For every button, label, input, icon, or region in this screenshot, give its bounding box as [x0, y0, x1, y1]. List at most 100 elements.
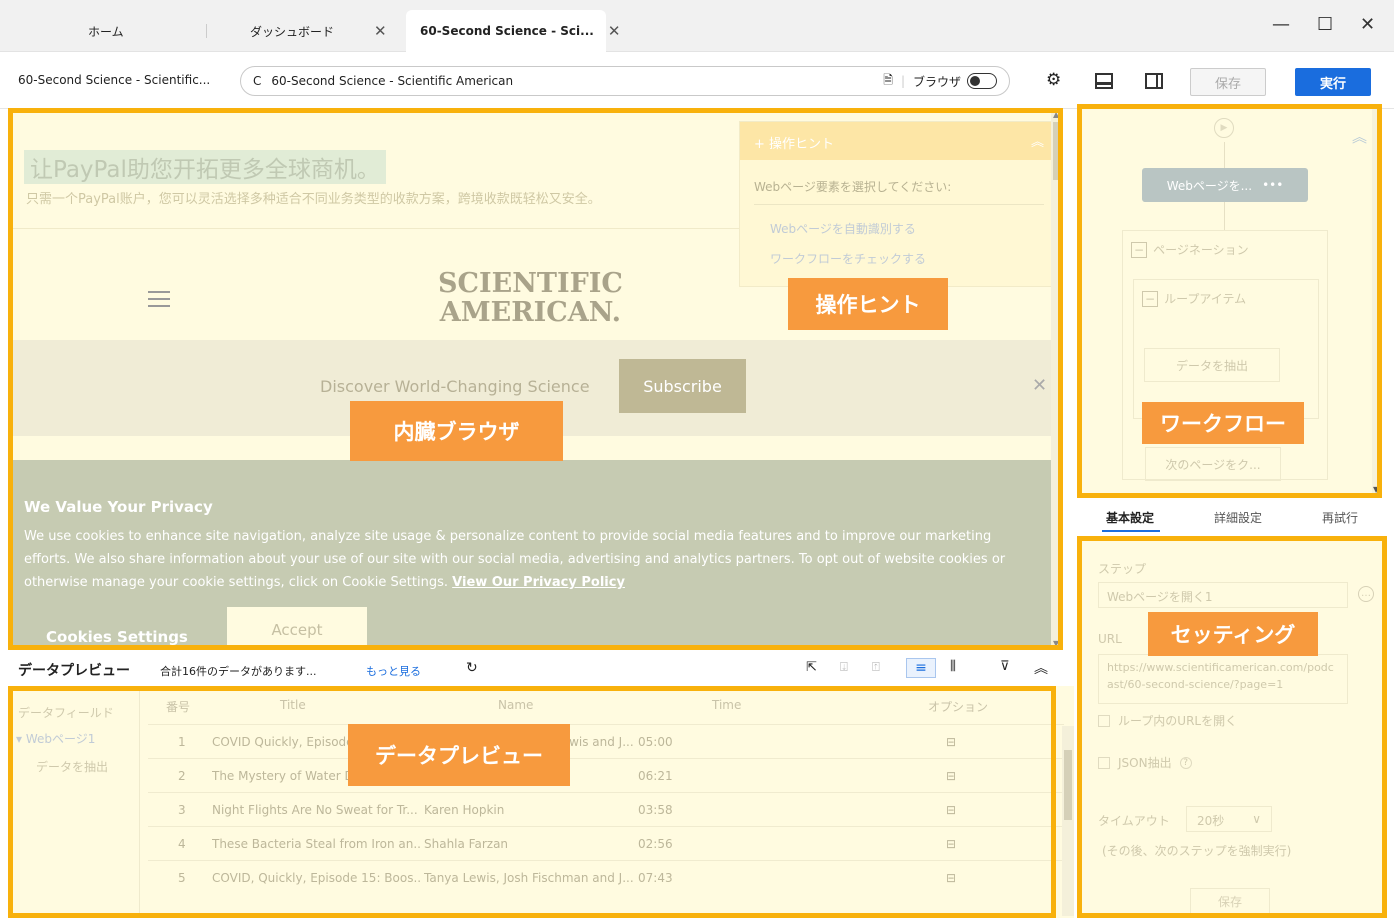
- cell-time: 07:43: [638, 871, 673, 885]
- timeout-note: (その後、次のステップを強制実行): [1102, 844, 1292, 858]
- table-scrollbar[interactable]: [1062, 726, 1074, 916]
- loop-block[interactable]: − ループアイテム データを抽出: [1133, 279, 1319, 419]
- help-icon[interactable]: ?: [1179, 756, 1192, 769]
- cell-num: 5: [178, 871, 186, 885]
- json-option[interactable]: JSON抽出?: [1098, 754, 1192, 771]
- embedded-browser[interactable]: 让PayPal助您开拓更多全球商机。 只需一个PayPal账户，您可以灵活选择多…: [8, 108, 1063, 650]
- tab-dashboard-label: ダッシュボード: [250, 24, 335, 39]
- more-link[interactable]: もっと見る: [366, 663, 421, 679]
- table-row[interactable]: 2 The Mystery of Water Drops That... Sar…: [148, 758, 1064, 792]
- workflow-node-open[interactable]: Webページを... •••: [1142, 168, 1308, 202]
- privacy-dialog: We Value Your Privacy We use cookies to …: [8, 460, 1054, 650]
- tree-node-extract[interactable]: データを抽出: [36, 758, 108, 775]
- timeout-select[interactable]: 20秒 ∨: [1186, 806, 1272, 832]
- close-icon[interactable]: ✕: [374, 22, 387, 40]
- tab-home[interactable]: ホーム: [88, 10, 124, 52]
- window-close-icon[interactable]: ✕: [1360, 14, 1375, 35]
- cell-name: Shahla Farzan: [424, 837, 509, 851]
- play-icon[interactable]: ▶: [1214, 118, 1234, 138]
- collapse-icon[interactable]: ︽: [1352, 126, 1367, 147]
- settings-save-button[interactable]: 保存: [1190, 888, 1270, 914]
- step-input[interactable]: Webページを開く1: [1098, 582, 1348, 608]
- maximize-icon[interactable]: ☐: [1317, 14, 1333, 35]
- cell-num: 2: [178, 769, 186, 783]
- hamburger-icon[interactable]: [148, 291, 170, 307]
- workflow-node-next[interactable]: 次のページをク...: [1145, 447, 1281, 481]
- browser-toggle[interactable]: [967, 73, 997, 89]
- cell-num: 1: [178, 735, 186, 749]
- page-icon[interactable]: 🗎: [883, 71, 893, 92]
- column-view-icon[interactable]: ⫼: [950, 659, 956, 674]
- hint-link-auto[interactable]: Webページを自動識別する: [770, 220, 916, 237]
- url-bar[interactable]: C 60-Second Science - Scientific America…: [240, 66, 1010, 96]
- loop-url-text: ループ内のURLを開く: [1118, 714, 1238, 728]
- workflow-scrollbar[interactable]: ▼: [1372, 108, 1382, 496]
- url-text: 60-Second Science - Scientific American: [271, 74, 514, 88]
- tab-divider: [206, 24, 207, 38]
- refresh-icon[interactable]: ↻: [466, 660, 478, 676]
- table-row[interactable]: 5 COVID, Quickly, Episode 15: Boos... Ta…: [148, 860, 1064, 894]
- tab-underline: [1102, 530, 1160, 532]
- tab-basic[interactable]: 基本設定: [1106, 509, 1154, 526]
- workflow-node-extract[interactable]: データを抽出: [1144, 348, 1280, 382]
- collapse-icon[interactable]: ︽: [1031, 131, 1044, 150]
- gear-icon[interactable]: ⚙: [1046, 70, 1061, 90]
- filter-icon[interactable]: ⊽: [1000, 659, 1010, 674]
- more-icon[interactable]: …: [1358, 586, 1374, 602]
- tab-retry[interactable]: 再試行: [1322, 509, 1358, 526]
- loop-url-option[interactable]: ループ内のURLを開く: [1098, 712, 1237, 729]
- table-row[interactable]: 4 These Bacteria Steal from Iron an... S…: [148, 826, 1064, 860]
- collapse-icon[interactable]: ︽: [1034, 658, 1048, 678]
- preview-header: データプレビュー 合計16件のデータがあります... もっと見る ↻ ⇱ ⍗ ⍐…: [0, 652, 1070, 686]
- checkbox[interactable]: [1098, 756, 1110, 769]
- layout-bottom-icon[interactable]: [1095, 73, 1113, 89]
- timeout-label: タイムアウト: [1098, 814, 1170, 828]
- reload-icon[interactable]: C: [253, 74, 261, 88]
- close-icon[interactable]: ✕: [1032, 375, 1047, 396]
- timeout-value: 20秒: [1197, 814, 1225, 828]
- more-icon[interactable]: •••: [1262, 178, 1283, 192]
- tab-advanced[interactable]: 詳細設定: [1214, 509, 1262, 526]
- tab-dashboard[interactable]: ダッシュボード ✕: [250, 10, 387, 52]
- layout-side-icon[interactable]: [1145, 73, 1163, 89]
- minimize-icon[interactable]: —: [1272, 14, 1290, 35]
- collapse-box-icon[interactable]: −: [1142, 291, 1159, 307]
- row-options-icon[interactable]: ⊟: [946, 803, 956, 817]
- accept-button[interactable]: Accept: [227, 607, 367, 650]
- upload-icon[interactable]: ⍐: [872, 660, 880, 675]
- collapse-box-icon[interactable]: −: [1131, 242, 1148, 258]
- close-icon[interactable]: ✕: [608, 22, 621, 40]
- callout-hint: 操作ヒント: [788, 278, 948, 330]
- add-column-icon[interactable]: ⇱: [806, 660, 817, 675]
- cell-title: These Bacteria Steal from Iron an...: [212, 837, 420, 851]
- row-options-icon[interactable]: ⊟: [946, 769, 956, 783]
- row-options-icon[interactable]: ⊟: [946, 735, 956, 749]
- list-view-icon[interactable]: ≡: [906, 658, 936, 678]
- subscribe-button[interactable]: Subscribe: [619, 359, 746, 413]
- privacy-link[interactable]: View Our Privacy Policy: [452, 575, 625, 590]
- export-icon[interactable]: ⍗: [840, 660, 848, 675]
- tab-bar: ホーム ダッシュボード ✕ 60-Second Science - Sci... ✕…: [0, 0, 1394, 52]
- row-options-icon[interactable]: ⊟: [946, 837, 956, 851]
- run-button[interactable]: 実行: [1295, 68, 1371, 96]
- row-options-icon[interactable]: ⊟: [946, 871, 956, 885]
- cell-time: 03:58: [638, 803, 673, 817]
- url-label: URL: [1098, 632, 1122, 646]
- hint-link-check[interactable]: ワークフローをチェックする: [770, 250, 926, 267]
- cell-name: Tanya Lewis, Josh Fischman and J...: [424, 871, 634, 885]
- browser-scrollbar[interactable]: ▲ ▼: [1051, 108, 1063, 650]
- url-textarea[interactable]: https://www.scientificamerican.com/podca…: [1098, 654, 1348, 704]
- hint-title: + 操作ヒント: [754, 137, 835, 152]
- tree-node-webpage[interactable]: ▾ Webページ1: [16, 730, 95, 747]
- tab-active[interactable]: 60-Second Science - Sci... ✕: [406, 10, 620, 52]
- table-row[interactable]: 1 COVID Quickly, Episode 16: Vacc... Jos…: [148, 724, 1064, 758]
- callout-preview: データプレビュー: [348, 724, 570, 786]
- cell-num: 4: [178, 837, 186, 851]
- table-row[interactable]: 3 Night Flights Are No Sweat for Tr... K…: [148, 792, 1064, 826]
- privacy-body: We use cookies to enhance site navigatio…: [24, 525, 1034, 594]
- site-logo[interactable]: SCIENTIFIC AMERICAN.: [438, 269, 623, 327]
- checkbox[interactable]: [1098, 714, 1110, 727]
- cookies-settings-button[interactable]: Cookies Settings: [46, 628, 188, 646]
- save-button[interactable]: 保存: [1190, 68, 1266, 96]
- logo-line1: SCIENTIFIC: [438, 268, 623, 299]
